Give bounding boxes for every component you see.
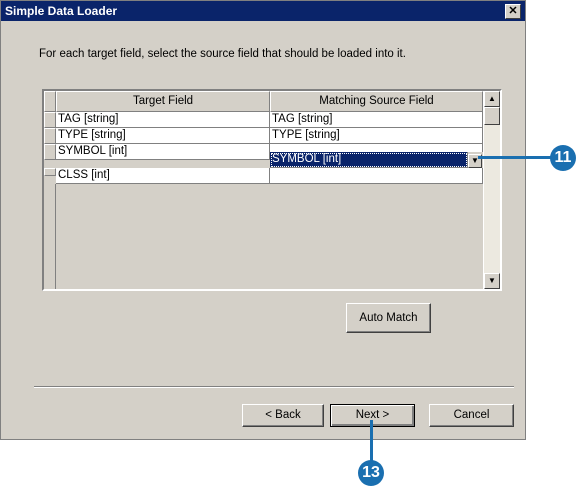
source-field-cell[interactable]: TAG [string]: [270, 112, 483, 128]
column-header-target-field[interactable]: Target Field: [56, 91, 270, 112]
back-button[interactable]: < Back: [242, 404, 324, 427]
instruction-text: For each target field, select the source…: [39, 48, 406, 60]
grid-empty-area: [56, 184, 483, 289]
window-title: Simple Data Loader: [5, 4, 118, 18]
callout-badge: 13: [358, 460, 384, 486]
target-field-cell[interactable]: CLSS [int]: [56, 168, 270, 184]
target-field-cell[interactable]: TAG [string]: [56, 112, 270, 128]
target-field-cell[interactable]: TYPE [string]: [56, 128, 270, 144]
separator: [34, 386, 514, 388]
scroll-thumb[interactable]: [484, 107, 500, 125]
row-selector[interactable]: [44, 168, 56, 176]
column-header-matching-source-field[interactable]: Matching Source Field: [270, 91, 483, 112]
scroll-down-button[interactable]: ▼: [484, 273, 500, 289]
field-mapping-grid: Target Field Matching Source Field TAG […: [42, 89, 502, 291]
vertical-scrollbar[interactable]: ▲ ▼: [484, 91, 500, 289]
row-selector[interactable]: [44, 128, 56, 144]
target-field-cell[interactable]: SYMBOL [int]: [56, 144, 270, 160]
simple-data-loader-dialog: Simple Data Loader ✕ For each target fie…: [0, 0, 526, 440]
source-field-dropdown[interactable]: SYMBOL [int]: [270, 152, 468, 168]
arrow-up-icon: ▲: [488, 94, 496, 103]
row-selector-column: [44, 184, 56, 289]
arrow-down-icon: ▼: [488, 276, 496, 285]
callout-connector: [370, 420, 373, 464]
scroll-up-button[interactable]: ▲: [484, 91, 500, 107]
row-selector[interactable]: [44, 144, 56, 160]
source-field-cell[interactable]: [270, 168, 483, 184]
callout-badge: 11: [550, 145, 576, 171]
title-bar: Simple Data Loader ✕: [1, 1, 525, 21]
source-field-cell-spacer: [270, 144, 483, 152]
auto-match-button[interactable]: Auto Match: [346, 303, 431, 333]
row-selector[interactable]: [44, 112, 56, 128]
source-field-cell[interactable]: TYPE [string]: [270, 128, 483, 144]
grid-corner-header: [44, 91, 56, 112]
close-icon: ✕: [508, 5, 518, 17]
close-button[interactable]: ✕: [505, 4, 521, 19]
cancel-button[interactable]: Cancel: [429, 404, 514, 427]
